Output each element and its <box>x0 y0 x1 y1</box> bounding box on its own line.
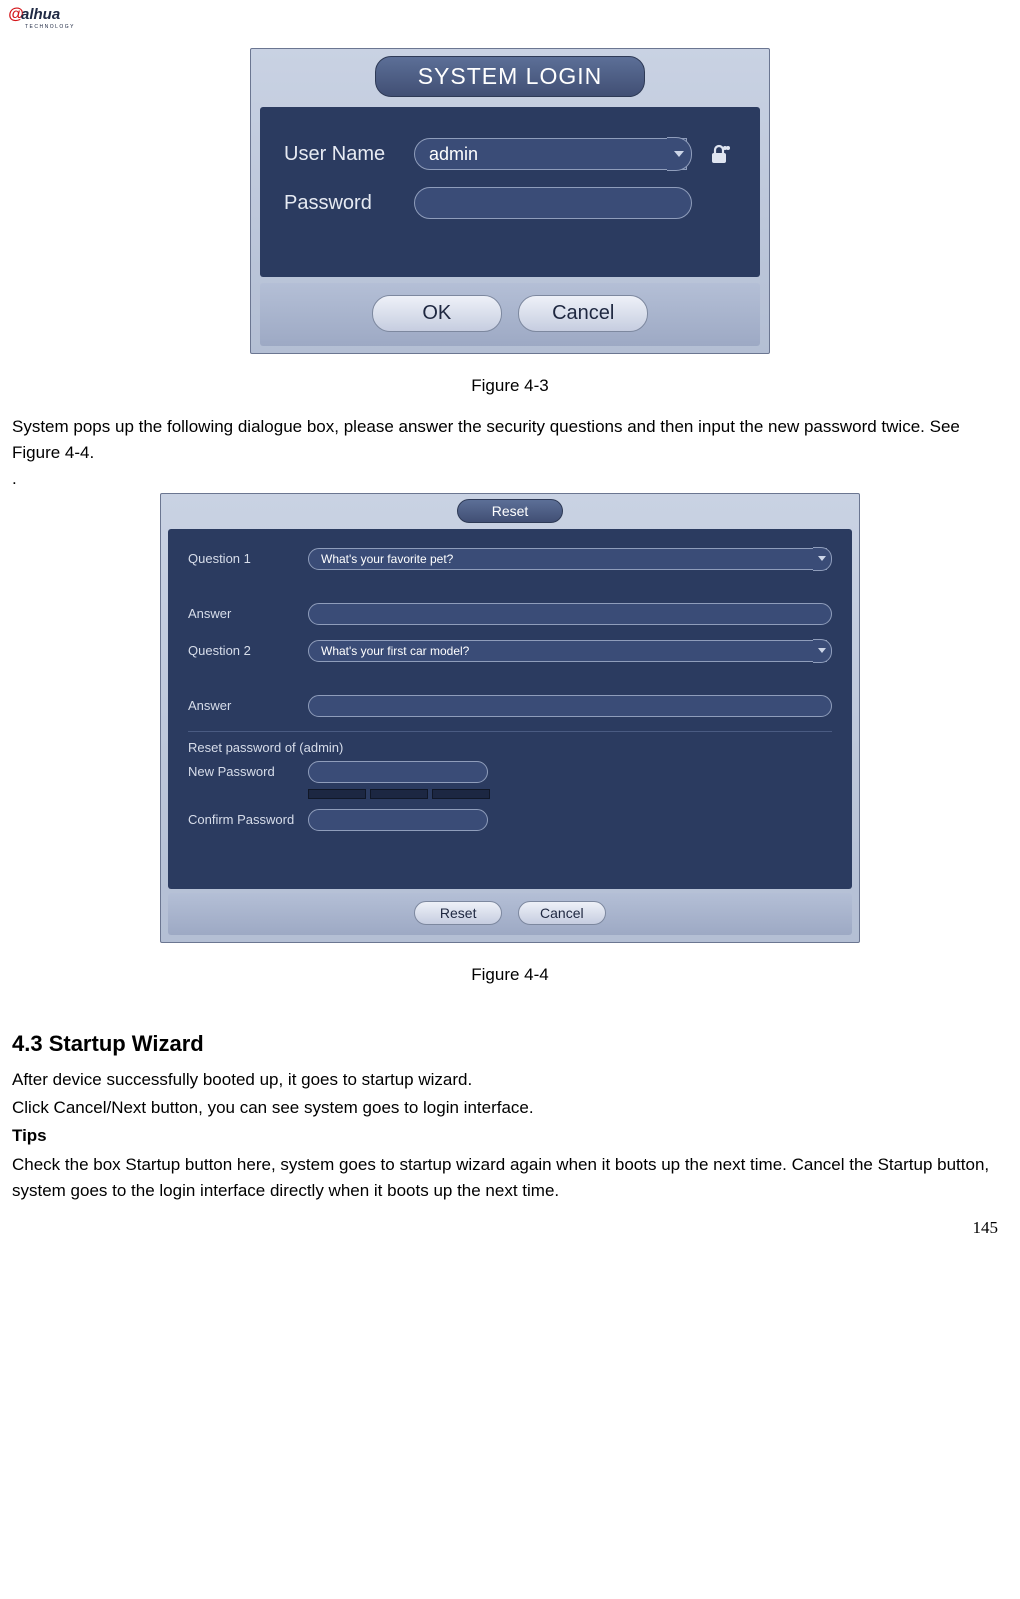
paragraph: After device successfully booted up, it … <box>12 1067 1008 1093</box>
password-field[interactable] <box>414 187 692 219</box>
question1-dropdown-button[interactable] <box>813 547 832 571</box>
answer1-field[interactable] <box>308 603 832 625</box>
question1-label: Question 1 <box>188 551 308 566</box>
figure-caption-4-3: Figure 4-3 <box>12 376 1008 396</box>
answer1-label: Answer <box>188 606 308 621</box>
svg-text:TECHNOLOGY: TECHNOLOGY <box>25 24 75 30</box>
chevron-down-icon <box>818 556 826 561</box>
tips-heading: Tips <box>12 1123 1008 1149</box>
username-field[interactable]: admin <box>414 138 687 170</box>
username-label: User Name <box>284 143 414 166</box>
section-heading-4-3: 4.3 Startup Wizard <box>12 1031 1008 1057</box>
cancel-button[interactable]: Cancel <box>518 295 648 332</box>
figure-caption-4-4: Figure 4-4 <box>12 965 1008 985</box>
reset-cancel-button[interactable]: Cancel <box>518 901 606 925</box>
paragraph: Click Cancel/Next button, you can see sy… <box>12 1095 1008 1121</box>
question1-select[interactable]: What's your favorite pet? <box>308 548 827 570</box>
question2-select[interactable]: What's your first car model? <box>308 640 827 662</box>
lock-icon <box>707 142 731 166</box>
brand-logo: @ alhua TECHNOLOGY <box>8 4 118 32</box>
system-login-dialog: SYSTEM LOGIN User Name admin <box>250 48 770 354</box>
username-dropdown-button[interactable] <box>667 137 692 171</box>
strength-segment <box>308 789 366 799</box>
reset-dialog: Reset Question 1 What's your favorite pe… <box>160 493 860 943</box>
paragraph: Check the box Startup button here, syste… <box>12 1152 1008 1205</box>
reset-button[interactable]: Reset <box>414 901 502 925</box>
new-password-label: New Password <box>188 764 308 779</box>
question2-dropdown-button[interactable] <box>813 639 832 663</box>
question2-label: Question 2 <box>188 643 308 658</box>
password-label: Password <box>284 192 414 215</box>
lock-button[interactable] <box>702 138 736 170</box>
paragraph: System pops up the following dialogue bo… <box>12 414 1008 467</box>
strength-segment <box>370 789 428 799</box>
reset-dialog-title: Reset <box>457 499 564 523</box>
confirm-password-label: Confirm Password <box>188 812 308 827</box>
new-password-field[interactable] <box>308 761 488 783</box>
login-dialog-title: SYSTEM LOGIN <box>375 56 646 97</box>
password-strength-meter <box>308 789 832 799</box>
reset-section-label: Reset password of (admin) <box>188 731 832 755</box>
chevron-down-icon <box>674 151 684 157</box>
answer2-field[interactable] <box>308 695 832 717</box>
page-number: 145 <box>973 1218 999 1238</box>
svg-text:alhua: alhua <box>21 6 60 23</box>
strength-segment <box>432 789 490 799</box>
answer2-label: Answer <box>188 698 308 713</box>
ok-button[interactable]: OK <box>372 295 502 332</box>
confirm-password-field[interactable] <box>308 809 488 831</box>
chevron-down-icon <box>818 648 826 653</box>
paragraph-dot: . <box>12 469 1008 489</box>
